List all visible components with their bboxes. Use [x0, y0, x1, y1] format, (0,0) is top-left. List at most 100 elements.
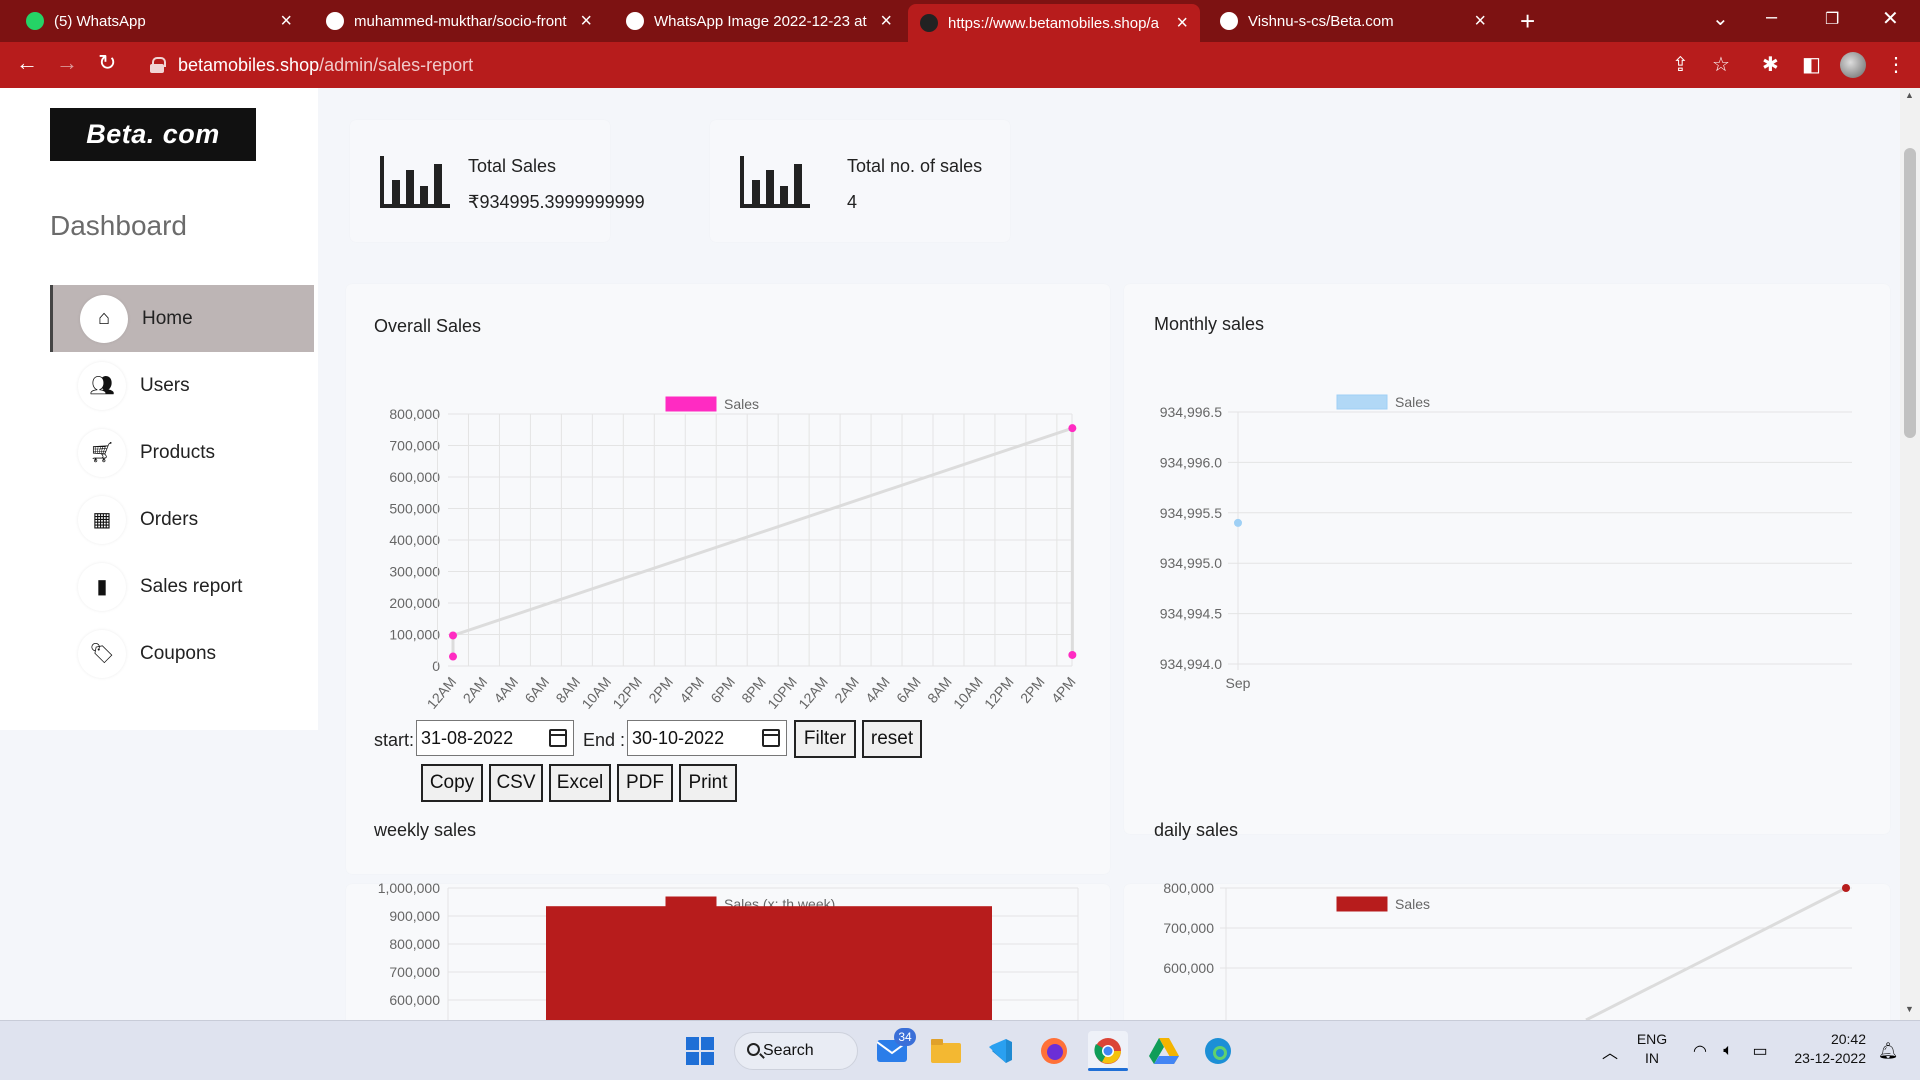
start-date-input[interactable]: 31-08-2022 [416, 720, 574, 756]
new-tab-button[interactable]: + [1520, 6, 1535, 37]
tab-close-icon[interactable]: × [880, 11, 892, 31]
x-tick-label: 10PM [764, 674, 800, 712]
firefox-icon[interactable] [1034, 1031, 1074, 1071]
close-window-button[interactable]: ✕ [1882, 6, 1899, 31]
google-drive-icon[interactable] [1144, 1031, 1184, 1071]
notification-icon[interactable]: 🔔︎ [1868, 1031, 1908, 1071]
x-tick-label: 12AM [795, 674, 831, 712]
x-tick-label: 2AM [459, 674, 490, 706]
restore-button[interactable]: ❐ [1825, 9, 1839, 29]
series-line [1585, 886, 1847, 1020]
tab-close-icon[interactable]: × [580, 11, 592, 31]
language-indicator[interactable]: ENG IN [1636, 1030, 1668, 1068]
clock[interactable]: 20:42 23-12-2022 [1786, 1030, 1866, 1068]
taskbar: Search ︿ ◠ 🔈︎ ▭ 🔔︎ [0, 1020, 1920, 1080]
scroll-down-icon[interactable]: ▼ [1905, 1004, 1914, 1014]
browser-toolbar: ← → ↻ betamobiles.shop/admin/sales-repor… [0, 42, 1920, 88]
file-explorer-icon[interactable] [926, 1031, 966, 1071]
x-tick-label: 10AM [950, 674, 986, 712]
calendar-icon[interactable] [549, 729, 567, 747]
scroll-up-icon[interactable]: ▲ [1905, 90, 1914, 100]
total-count-card: Total no. of sales 4 [710, 120, 1010, 242]
sidebar-item-orders[interactable]: ▦ Orders [50, 486, 314, 553]
weekly-sales-chart: Sales (x: th week)1,000,000900,000800,00… [378, 880, 1079, 1020]
search-icon [747, 1043, 760, 1056]
page-content: Beta. com Dashboard ⌂ Home 👥︎ Users 🛒︎ Produc… [0, 88, 1920, 1020]
calendar-icon[interactable] [762, 729, 780, 747]
address-bar[interactable]: betamobiles.shop/admin/sales-report [136, 48, 1666, 82]
sidebar-item-users[interactable]: 👥︎ Users [50, 352, 314, 419]
bar [546, 906, 992, 1020]
vscode-icon[interactable] [980, 1031, 1020, 1071]
x-tick-label: 12AM [424, 674, 460, 712]
y-tick-label: 934,995.5 [1160, 505, 1222, 521]
legend-swatch [1336, 394, 1388, 410]
page-scrollbar[interactable]: ▲ ▼ [1900, 88, 1920, 1020]
taskbar-search[interactable]: Search [734, 1032, 858, 1070]
y-tick-label: 700,000 [389, 438, 440, 454]
minimize-button[interactable]: – [1766, 6, 1777, 29]
sidebar-item-coupons[interactable]: 🏷︎ Coupons [50, 620, 314, 687]
profile-avatar[interactable] [1840, 52, 1866, 78]
browser-tab[interactable]: (5) WhatsApp × [14, 0, 304, 42]
home-icon: ⌂ [80, 294, 128, 343]
x-tick-label: 2AM [831, 674, 862, 706]
address-path: /admin/sales-report [319, 54, 474, 75]
start-icon[interactable] [680, 1031, 720, 1071]
address-host: betamobiles.shop [178, 54, 320, 75]
y-tick-label: 300,000 [389, 564, 440, 580]
print-button[interactable]: Print [679, 764, 737, 802]
tab-label: WhatsApp Image 2022-12-23 at [654, 12, 867, 30]
pdf-button[interactable]: PDF [617, 764, 673, 802]
brand-logo[interactable]: Beta. com [50, 108, 256, 161]
sidebar-item-label: Orders [140, 508, 199, 530]
monthly-sales-chart: Sales 934,996.5 934,996.0 934,995.5 934,995.… [1160, 394, 1852, 691]
copy-button[interactable]: Copy [421, 764, 483, 802]
battery-icon[interactable]: ▭ [1740, 1031, 1780, 1071]
browser-tab[interactable]: https://www.betamobiles.shop/a × [908, 4, 1200, 42]
x-tick-label: Sep [1226, 675, 1251, 691]
tab-label: muhammed-mukthar/socio-front [354, 12, 567, 30]
scrollbar-thumb[interactable] [1904, 148, 1916, 438]
browser-tab[interactable]: muhammed-mukthar/socio-front × [314, 0, 604, 42]
excel-button[interactable]: Excel [549, 764, 611, 802]
y-tick-label: 600,000 [389, 469, 440, 485]
tab-search-icon[interactable]: ⌄ [1712, 6, 1729, 31]
table-icon: ▦ [78, 495, 126, 544]
lang-top: ENG [1636, 1031, 1668, 1047]
share-icon[interactable]: ⇪ [1672, 52, 1689, 77]
bookmark-star-icon[interactable]: ☆ [1712, 52, 1730, 77]
filter-button[interactable]: Filter [794, 720, 856, 758]
tab-label: (5) WhatsApp [54, 12, 146, 30]
back-icon[interactable]: ← [16, 50, 38, 76]
edge-icon[interactable] [1198, 1031, 1238, 1071]
tab-close-icon[interactable]: × [1474, 11, 1486, 31]
extensions-icon[interactable]: ✱ [1762, 52, 1779, 77]
show-hidden-icons[interactable]: ︿ [1590, 1031, 1630, 1071]
reset-button[interactable]: reset [862, 720, 922, 758]
csv-button[interactable]: CSV [489, 764, 543, 802]
total-count-label: Total no. of sales [847, 156, 983, 176]
tab-close-icon[interactable]: × [1176, 13, 1188, 33]
sidebar-item-home[interactable]: ⌂ Home [50, 285, 314, 352]
browser-tab[interactable]: Vishnu-s-cs/Beta.com × [1208, 0, 1498, 42]
end-date-input[interactable]: 30-10-2022 [627, 720, 787, 756]
bar-chart-icon [380, 156, 450, 208]
y-tick-label: 800,000 [389, 406, 440, 422]
side-panel-icon[interactable]: ◧ [1802, 52, 1821, 77]
legend-label: Sales [1395, 896, 1430, 912]
daily-sales-title: daily sales [1154, 820, 1239, 840]
chrome-icon[interactable] [1088, 1031, 1128, 1071]
sidebar-item-label: Coupons [140, 642, 217, 664]
y-tick-label: 0 [432, 658, 440, 674]
menu-icon[interactable]: ⋮ [1886, 52, 1906, 77]
tab-close-icon[interactable]: × [280, 11, 292, 31]
sidebar-item-sales-report[interactable]: ▮ Sales report [50, 553, 314, 620]
sidebar-item-products[interactable]: 🛒︎ Products [50, 419, 314, 486]
legend-swatch [1336, 896, 1388, 912]
forward-icon[interactable]: → [56, 50, 78, 76]
tab-favicon-icon [26, 12, 44, 30]
bar-chart-icon [740, 156, 810, 208]
reload-icon[interactable]: ↻ [98, 50, 116, 76]
browser-tab[interactable]: WhatsApp Image 2022-12-23 at × [614, 0, 904, 42]
